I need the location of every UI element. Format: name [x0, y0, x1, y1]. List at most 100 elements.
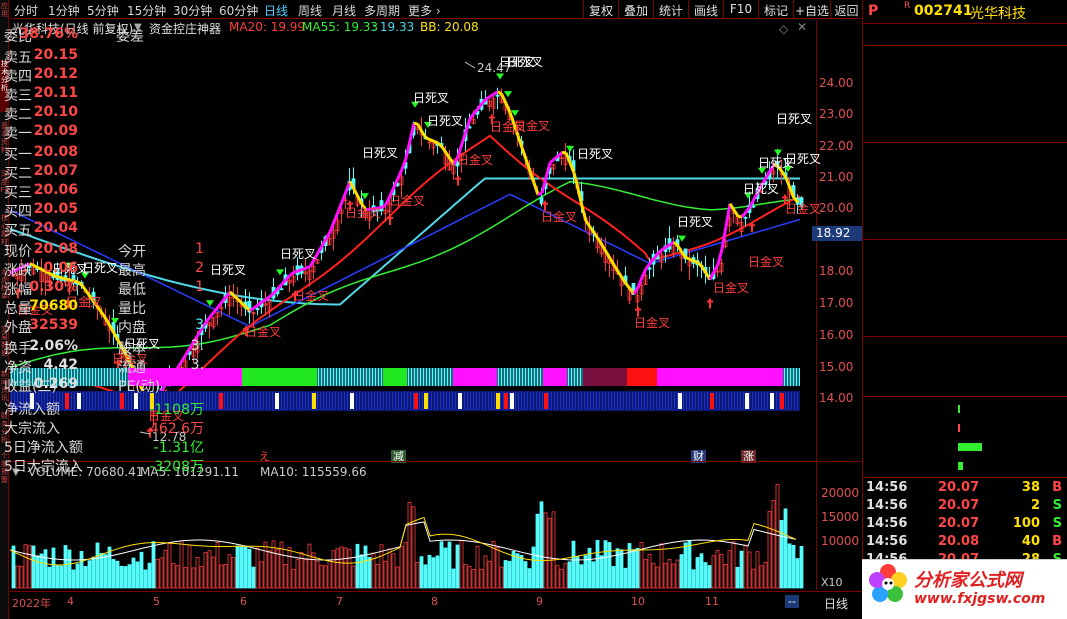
- volume-bar: [323, 565, 328, 589]
- tab-multi-period[interactable]: 多周期: [364, 2, 400, 19]
- volume-bar: [347, 548, 352, 589]
- mark-button[interactable]: 标记: [758, 0, 793, 18]
- signal-tick: [574, 368, 575, 386]
- f10-button[interactable]: F10: [723, 0, 758, 18]
- volume-bar: [647, 553, 652, 589]
- volume-bar: [447, 541, 452, 589]
- volume-bar: [543, 512, 548, 589]
- tab-60min[interactable]: 60分钟: [219, 2, 258, 19]
- signal-tick: [375, 368, 376, 386]
- signal-block: [510, 393, 514, 409]
- volume-bar: [87, 560, 92, 589]
- volume-bar: [599, 555, 604, 589]
- volume-bar: [359, 554, 364, 589]
- signal-band: [657, 368, 783, 386]
- volume-bar: [47, 566, 52, 589]
- stat-row: 涨幅 0.30% 最低 1: [4, 279, 204, 298]
- signal-tick: [779, 392, 780, 410]
- signal-block: [458, 393, 462, 409]
- signal-tick: [689, 392, 690, 410]
- signal-tick: [623, 392, 624, 410]
- signal-tick: [479, 392, 480, 410]
- tab-monthly[interactable]: 月线: [332, 2, 356, 19]
- volume-bar: [703, 562, 708, 589]
- volume-bar: [791, 544, 796, 589]
- signal-tick: [338, 392, 339, 410]
- dead-cross-label: 日死叉: [362, 146, 399, 160]
- signal-tick: [516, 368, 517, 386]
- volume-bar: [435, 555, 440, 589]
- draw-line-button[interactable]: 画线: [688, 0, 723, 18]
- volume-bar: [111, 559, 116, 589]
- close-icon[interactable]: ✕: [797, 20, 807, 34]
- trend-overlay: [665, 243, 671, 249]
- signal-tick: [504, 368, 505, 386]
- volume-bar: [659, 543, 664, 589]
- tab-30min[interactable]: 30分钟: [173, 2, 212, 19]
- signal-tick: [411, 368, 412, 386]
- tick-row: 14:56 20.07 38 B: [866, 480, 1062, 495]
- flow-row: 大宗流入 462.6万: [4, 421, 204, 437]
- signal-block: [312, 393, 316, 409]
- volume-bar: [667, 559, 672, 589]
- golden-cross-label: 日金叉: [389, 194, 426, 208]
- ma55-value: MA55: 19.33: [302, 20, 379, 34]
- signal-band: [627, 368, 657, 386]
- volume-chart[interactable]: [10, 480, 816, 590]
- fund-row: 收益(三) 0.269 PE(动): [4, 376, 161, 395]
- signal-tick: [260, 392, 261, 410]
- stock-code: 002741: [914, 3, 973, 19]
- volume-bar: [487, 560, 492, 589]
- tab-timeshare[interactable]: 分时: [14, 2, 38, 19]
- volume-bar: [727, 550, 732, 589]
- volume-bar: [567, 561, 572, 589]
- signal-tick: [692, 392, 693, 410]
- signal-tick: [293, 392, 294, 410]
- divider: [862, 396, 1067, 397]
- add-watchlist-button[interactable]: +自选: [793, 0, 830, 18]
- signal-tick: [799, 368, 800, 386]
- signal-tick: [522, 368, 523, 386]
- tab-1min[interactable]: 1分钟: [48, 2, 80, 19]
- signal-tick: [230, 392, 231, 410]
- signal-tick: [796, 368, 797, 386]
- diamond-icon[interactable]: ◇: [779, 22, 788, 36]
- stat-row: 总量 70680 量比: [4, 298, 146, 317]
- trend-overlay: [520, 147, 528, 160]
- tab-daily[interactable]: 日线: [264, 2, 288, 19]
- tab-more[interactable]: 更多 ›: [408, 2, 441, 19]
- signal-tick: [440, 392, 441, 410]
- overlay-button[interactable]: 叠加: [618, 0, 653, 18]
- signal-tick: [701, 392, 702, 410]
- volume-bar: [467, 565, 472, 589]
- signal-tick: [365, 392, 366, 410]
- signal-tick: [568, 368, 569, 386]
- fuquan-button[interactable]: 复权: [583, 0, 618, 18]
- volume-bar: [431, 557, 436, 589]
- x-scroll-handle[interactable]: --: [785, 595, 799, 608]
- signal-tick: [785, 392, 786, 410]
- golden-cross-label: 日金叉: [245, 325, 282, 339]
- volume-bar: [643, 559, 648, 589]
- signal-tick: [521, 392, 522, 410]
- signal-tick: [722, 392, 723, 410]
- volume-bar: [539, 501, 544, 589]
- p-icon[interactable]: P: [868, 3, 878, 19]
- tab-weekly[interactable]: 周线: [298, 2, 322, 19]
- signal-tick: [725, 392, 726, 410]
- period-indicator[interactable]: 日线: [824, 595, 848, 612]
- signal-tick: [764, 392, 765, 410]
- volume-bar: [343, 547, 348, 589]
- volume-bar: [191, 567, 196, 589]
- signal-block: [710, 393, 714, 409]
- volume-bar: [711, 555, 716, 589]
- back-button[interactable]: 返回: [830, 0, 862, 18]
- volume-bar: [731, 541, 736, 589]
- signal-tick: [650, 392, 651, 410]
- statistics-button[interactable]: 统计: [653, 0, 688, 18]
- tab-15min[interactable]: 15分钟: [127, 2, 166, 19]
- tab-5min[interactable]: 5分钟: [87, 2, 119, 19]
- volume-bar: [363, 545, 368, 589]
- volume-bar: [395, 566, 400, 589]
- volume-bar: [23, 544, 28, 589]
